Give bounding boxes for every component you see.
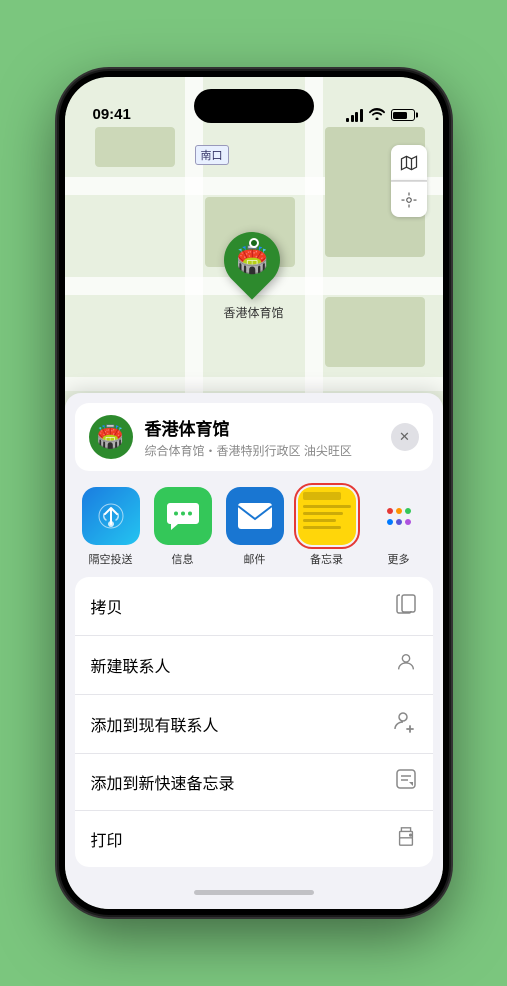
status-time: 09:41 xyxy=(93,106,131,123)
mail-label: 邮件 xyxy=(244,551,266,567)
map-type-button[interactable] xyxy=(391,145,427,181)
home-bar xyxy=(194,890,314,895)
action-quick-note-label: 添加到新快速备忘录 xyxy=(91,770,235,794)
map-label: 南口 xyxy=(195,145,229,165)
location-pin: 🏟️ 香港体育馆 xyxy=(223,232,283,321)
home-indicator xyxy=(65,875,443,909)
action-add-contact[interactable]: 添加到现有联系人 xyxy=(75,695,433,754)
mail-icon xyxy=(226,487,284,545)
share-mail[interactable]: 邮件 xyxy=(219,487,291,567)
location-venue-icon: 🏟️ xyxy=(89,415,133,459)
dynamic-island xyxy=(194,89,314,123)
location-info: 香港体育馆 综合体育馆・香港特别行政区 油尖旺区 xyxy=(145,415,391,459)
location-card: 🏟️ 香港体育馆 综合体育馆・香港特别行政区 油尖旺区 ✕ xyxy=(75,403,433,471)
location-subtitle: 综合体育馆・香港特别行政区 油尖旺区 xyxy=(145,442,391,459)
person-add-icon xyxy=(393,709,417,739)
more-icon xyxy=(370,487,428,545)
action-copy[interactable]: 拷贝 xyxy=(75,577,433,636)
map-controls xyxy=(391,145,427,217)
note-icon xyxy=(395,768,417,796)
signal-bars-icon xyxy=(346,109,363,122)
airdrop-label: 隔空投送 xyxy=(89,551,133,567)
wifi-icon xyxy=(369,107,385,123)
copy-icon xyxy=(395,591,417,621)
action-new-contact[interactable]: 新建联系人 xyxy=(75,636,433,695)
action-list: 拷贝 新建联系人 xyxy=(75,577,433,867)
bottom-sheet: 🏟️ 香港体育馆 综合体育馆・香港特别行政区 油尖旺区 ✕ xyxy=(65,393,443,909)
location-button[interactable] xyxy=(391,181,427,217)
airdrop-icon xyxy=(82,487,140,545)
status-icons xyxy=(346,107,415,123)
printer-icon xyxy=(395,825,417,853)
pin-label: 香港体育馆 xyxy=(223,304,283,321)
notes-label: 备忘录 xyxy=(310,551,343,567)
action-copy-label: 拷贝 xyxy=(91,594,123,618)
share-messages[interactable]: 信息 xyxy=(147,487,219,567)
phone-frame: 09:41 xyxy=(59,71,449,915)
messages-icon xyxy=(154,487,212,545)
close-button[interactable]: ✕ xyxy=(391,423,419,451)
share-row: 隔空投送 信息 xyxy=(65,477,443,577)
action-add-contact-label: 添加到现有联系人 xyxy=(91,712,219,736)
action-new-contact-label: 新建联系人 xyxy=(91,653,171,677)
share-airdrop[interactable]: 隔空投送 xyxy=(75,487,147,567)
action-print[interactable]: 打印 xyxy=(75,811,433,867)
action-quick-note[interactable]: 添加到新快速备忘录 xyxy=(75,754,433,811)
share-notes[interactable]: 备忘录 xyxy=(291,487,363,567)
notes-icon xyxy=(298,487,356,545)
action-print-label: 打印 xyxy=(91,827,123,851)
battery-icon xyxy=(391,109,415,121)
phone-screen: 09:41 xyxy=(65,77,443,909)
more-label: 更多 xyxy=(388,551,410,567)
messages-label: 信息 xyxy=(172,551,194,567)
person-icon xyxy=(395,650,417,680)
location-name: 香港体育馆 xyxy=(145,415,391,440)
share-more[interactable]: 更多 xyxy=(363,487,435,567)
